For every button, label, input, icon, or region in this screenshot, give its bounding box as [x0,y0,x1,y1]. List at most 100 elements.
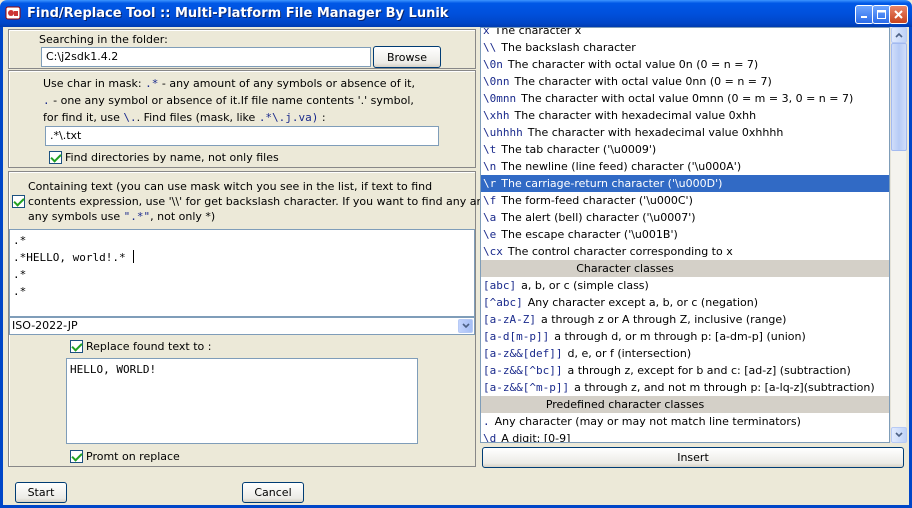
list-scrollbar[interactable] [890,27,907,443]
regex-code: [a-z&&[^bc]] [483,364,563,377]
list-item[interactable]: \uhhhh The character with hexadecimal val… [481,124,889,141]
regex-code: [a-d[m-p]] [483,330,550,343]
regex-description: a through z or A through Z, inclusive (r… [540,313,787,326]
folder-group: Searching in the folder: C:\j2sdk1.4.2 B… [8,29,476,69]
scroll-down-button[interactable] [891,427,907,443]
list-item[interactable]: [a-z&&[^bc]] a through z, except for b an… [481,362,889,379]
regex-code: \n [483,160,497,173]
containing-group: Containing text (you can use mask witch … [8,171,526,467]
list-item[interactable]: \0n The character with octal value 0n (0 … [481,56,889,73]
regex-code: \\ [483,41,497,54]
list-item[interactable]: [a-z&&[^m-p]] a through z, and not m thro… [481,379,889,396]
list-item[interactable]: \a The alert (bell) character ('\u0007') [481,209,889,226]
chevron-up-icon [895,32,903,38]
containing-text-checkbox[interactable] [12,195,25,208]
mask-help-line3: for find it, use \.. Find files (mask, l… [43,111,326,124]
regex-description: Any character except a, b, or c (negatio… [527,296,759,309]
prompt-on-replace-checkbox[interactable] [70,450,83,463]
find-dirs-checkbox[interactable] [49,151,62,164]
mask-group: Use char in mask: .* - any amount of any… [8,70,476,168]
regex-description: The character with octal value 0nn (0 = … [514,75,772,88]
regex-description: The character with octal value 0n (0 = n… [507,58,759,71]
replace-checkbox[interactable] [70,340,83,353]
chevron-down-icon [895,432,903,438]
regex-code: \d [483,432,497,443]
list-item[interactable]: [a-z&&[def]] d, e, or f (intersection) [481,345,889,362]
minimize-icon [861,16,867,18]
mask-help-line2: . - one any symbol or absence of it.If f… [43,94,414,107]
list-item[interactable]: \t The tab character ('\u0009') [481,141,889,158]
regex-description: a through z, except for b and c: [ad-z] … [567,364,851,377]
list-item[interactable]: \0nn The character with octal value 0nn (… [481,73,889,90]
chevron-down-icon [461,323,470,329]
regex-code: x [483,27,490,37]
file-mask-input[interactable]: .*\.txt [45,126,439,146]
list-item[interactable]: \r The carriage-return character ('\u000D… [481,175,889,192]
list-item[interactable]: [a-d[m-p]] a through d, or m through p: [… [481,328,889,345]
app-icon [5,6,21,20]
regex-reference-list[interactable]: x The character x \\ The backslash characte… [480,27,890,443]
regex-code: [a-zA-Z] [483,313,536,326]
mask-code: . [43,94,50,107]
regex-description: The character with hexadecimal value 0xh… [527,126,784,139]
list-item[interactable]: \0mnn The character with octal value 0mnn… [481,90,889,107]
regex-description: The newline (line feed) character ('\u00… [501,160,742,173]
find-dirs-label: Find directories by name, not only files [65,151,279,164]
list-item[interactable]: \n The newline (line feed) character ('\u… [481,158,889,175]
encoding-select[interactable]: ISO-2022-JP [9,317,475,335]
scroll-up-button[interactable] [891,27,907,43]
list-item[interactable]: \\ The backslash character [481,39,889,56]
regex-description: The backslash character [501,41,636,54]
start-button[interactable]: Start [15,482,67,503]
list-item[interactable]: \cx The control character corresponding t… [481,243,889,260]
mask-help-text: - one any symbol or absence of it.If fil… [53,94,414,107]
list-item[interactable]: x The character x [481,27,889,39]
list-section-header[interactable]: Character classes [481,260,889,277]
title-bar[interactable]: Find/Replace Tool :: Multi-Platform File… [0,0,912,27]
folder-path-input[interactable]: C:\j2sdk1.4.2 [41,47,371,67]
mask-code: ".*" [123,210,151,223]
list-item[interactable]: \f The form-feed character ('\u000C') [481,192,889,209]
text-cursor [133,250,134,263]
replace-text-area[interactable]: HELLO, WORLD! [66,358,418,444]
regex-code: \0mnn [483,92,517,105]
list-item[interactable]: [a-zA-Z] a through z or A through Z, incl… [481,311,889,328]
scroll-thumb[interactable] [891,43,907,151]
list-item[interactable]: \d A digit: [0-9] [481,430,889,443]
regex-description: The alert (bell) character ('\u0007') [501,211,696,224]
containing-help-line3: any symbols use ".*", not only *) [28,210,215,223]
list-item[interactable]: [abc] a, b, or c (simple class) [481,277,889,294]
list-item[interactable]: \xhh The character with hexadecimal value… [481,107,889,124]
regex-description: The carriage-return character ('\u000D') [501,177,723,190]
containing-help-line2: contents expression, use '\\' for get ba… [28,195,527,208]
list-item[interactable]: . Any character (may or may not match lin… [481,413,889,430]
mask-help-line1: Use char in mask: .* - any amount of any… [43,77,415,90]
search-text-line: .* [13,234,27,247]
regex-description: a through d, or m through p: [a-dm-p] (u… [554,330,806,343]
containing-help-line1: Containing text (you can use mask witch … [28,180,433,193]
section-header-label: Predefined character classes [545,398,705,411]
insert-button[interactable]: Insert [482,447,904,468]
browse-button[interactable]: Browse [373,46,441,68]
cancel-button[interactable]: Cancel [242,482,304,503]
window-title: Find/Replace Tool :: Multi-Platform File… [27,6,449,21]
regex-code: [a-z&&[^m-p]] [483,381,570,394]
encoding-dropdown-button[interactable] [458,319,473,333]
close-button[interactable] [889,5,908,24]
mask-help-text: for find it, use [43,111,120,124]
list-section-header[interactable]: Predefined character classes [481,396,889,413]
search-text-line: .* [13,268,27,281]
regex-code: \0n [483,58,503,71]
regex-code: [abc] [483,279,517,292]
list-item[interactable]: \e The escape character ('\u001B') [481,226,889,243]
list-item[interactable]: [^abc] Any character except a, b, or c (n… [481,294,889,311]
replace-text-value: HELLO, WORLD! [70,363,157,376]
regex-code: [^abc] [483,296,523,309]
regex-description: d, e, or f (intersection) [567,347,692,360]
regex-code: \cx [483,245,503,258]
search-text-area[interactable]: .* .*HELLO, world!.* .* .* [9,229,475,317]
regex-description: a through z, and not m through p: [a-lq-… [574,381,875,394]
regex-description: The form-feed character ('\u000C') [501,194,693,207]
regex-code: \t [483,143,497,156]
search-text-line: .*HELLO, world!.* [13,251,126,264]
